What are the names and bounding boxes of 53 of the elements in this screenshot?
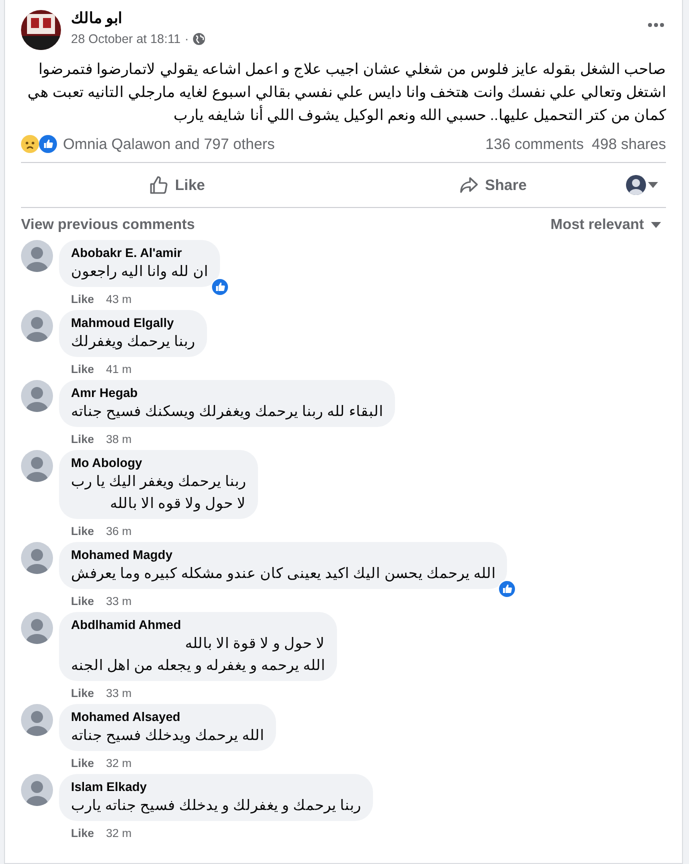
comment-author[interactable]: Abdlhamid Ahmed [71, 617, 326, 633]
share-button[interactable]: Share [451, 167, 535, 203]
comment-author[interactable]: Mohamed Magdy [71, 547, 496, 563]
comment-author[interactable]: Mo Abology [71, 455, 246, 471]
comment-author[interactable]: Mohamed Alsayed [71, 709, 264, 725]
comment-text: ربنا يرحمك و يغفرلك و يدخلك فسيح جناته يارب [71, 797, 362, 816]
caret-icon[interactable] [648, 182, 658, 188]
sad-reaction-icon [21, 135, 39, 153]
like-link[interactable]: Like [71, 294, 94, 306]
view-previous-comments-link[interactable]: View previous comments [21, 217, 195, 233]
comment-text: ربنا يرحمك ويغفرلك [71, 333, 196, 352]
like-link[interactable]: Like [71, 434, 94, 446]
caret-icon [650, 221, 662, 229]
more-options-icon[interactable] [646, 22, 666, 28]
comment-text: الله يرحمك ويدخلك فسيح جناته [71, 727, 264, 746]
comment-text: لا حول و لا قوة الا بالله الله يرحمه و يغفرله و يجعله من اهل الجنه [71, 635, 326, 676]
comment-time[interactable]: 33 m [106, 688, 132, 700]
like-link[interactable]: Like [71, 688, 94, 700]
shares-count[interactable]: 498 shares [592, 136, 666, 152]
comment-time[interactable]: 36 m [106, 526, 132, 538]
comment-time[interactable]: 33 m [106, 596, 132, 608]
avatar[interactable] [626, 175, 646, 195]
separator: · [184, 32, 189, 46]
comment-author[interactable]: Mahmoud Elgally [71, 315, 196, 331]
sort-dropdown[interactable]: Most relevant [550, 217, 666, 233]
post-time[interactable]: 28 October at 18:11 [71, 32, 181, 46]
comment-time[interactable]: 41 m [106, 364, 132, 376]
reactions-summary[interactable]: Omnia Qalawon and 797 others [63, 136, 275, 152]
like-link[interactable]: Like [71, 596, 94, 608]
comment-time[interactable]: 43 m [106, 294, 132, 306]
like-link[interactable]: Like [71, 828, 94, 840]
comment-text: البقاء لله ربنا يرحمك ويغفرلك ويسكنك فسيح جناته [71, 403, 384, 422]
globe-icon [192, 33, 205, 45]
post-author[interactable]: ابو مالك [71, 10, 205, 28]
like-link[interactable]: Like [71, 364, 94, 376]
like-link[interactable]: Like [71, 758, 94, 770]
comment-author[interactable]: Abobakr E. Al'amir [71, 245, 208, 261]
comment-time[interactable]: 32 m [106, 758, 132, 770]
comment-time[interactable]: 38 m [106, 434, 132, 446]
post-text: صاحب الشغل بقوله عايز فلوس من شغلي عشان اجيب علاج و اعمل اشاعه يقولي لاتمارضوا فتمرضوا اشتغل وتعالي علي نفسك وانت هتخف وانا دايس علي نفسي بقالي اسبوع لغايه مارجلي التانيه تعبت هي كمان من كتر التحميل عليها.. حسبي الله ونعم الوكيل يشوف اللي أنا شايفه يارب [26, 60, 666, 126]
page-avatar[interactable] [21, 10, 61, 50]
comments-count[interactable]: 136 comments [485, 136, 584, 152]
comment-author[interactable]: Islam Elkady [71, 779, 362, 795]
like-reaction-icon [39, 135, 57, 153]
thumbs-up-icon [149, 175, 169, 195]
comment-text: الله يرحمك يحسن اليك اكيد يعينى كان عندو مشكله كبيره وما يعرفش [71, 565, 496, 584]
comment-time[interactable]: 32 m [106, 828, 132, 840]
comment-text: ربنا يرحمك ويغفر اليك يا رب لا حول ولا قوه الا بالله [71, 473, 246, 514]
like-link[interactable]: Like [71, 526, 94, 538]
like-button[interactable]: Like [141, 167, 214, 203]
share-arrow-icon [459, 175, 480, 195]
comment-author[interactable]: Amr Hegab [71, 385, 384, 401]
comment-text: ان لله وانا اليه راجعون [71, 263, 208, 282]
